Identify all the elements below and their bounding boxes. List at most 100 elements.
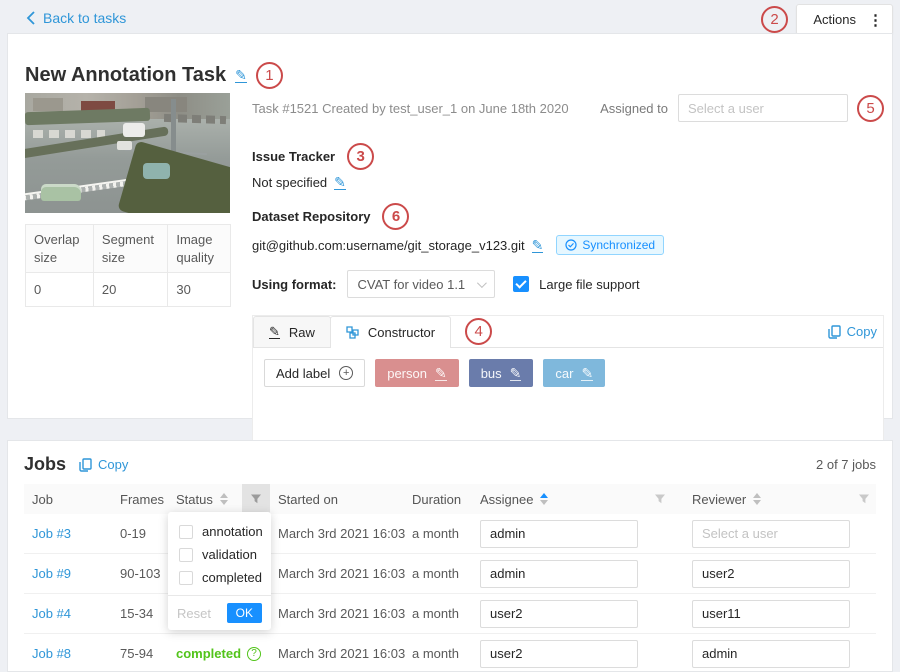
reviewer-sorter[interactable] <box>753 493 761 505</box>
filter-option-validation[interactable]: validation <box>168 543 271 566</box>
filter-option-annotation[interactable]: annotation <box>168 520 271 543</box>
table-row: Overlap size Segment size Image quality <box>26 225 231 273</box>
actions-button[interactable]: Actions ⋮ <box>796 4 893 35</box>
reviewer-input[interactable] <box>692 640 850 668</box>
add-label-button[interactable]: Add label + <box>264 359 365 387</box>
back-to-tasks-link[interactable]: Back to tasks <box>26 10 126 26</box>
checkbox-annotation[interactable] <box>179 525 193 539</box>
labels-copy-label: Copy <box>847 324 877 339</box>
label-chip-person[interactable]: person ✎ <box>375 359 458 387</box>
table-row: Job #4 15-34 March 3rd 2021 16:03 a mont… <box>24 594 876 634</box>
assignee-input[interactable] <box>480 520 638 548</box>
task-title: New Annotation Task <box>25 64 226 87</box>
question-circle-icon[interactable]: ? <box>247 647 261 661</box>
build-blocks-icon <box>346 326 359 339</box>
table-row: Job #3 0-19 March 3rd 2021 16:03 a month <box>24 514 876 554</box>
label-chip-bus[interactable]: bus ✎ <box>469 359 534 387</box>
reviewer-filter-button[interactable] <box>852 484 876 514</box>
col-duration: Duration <box>412 492 461 507</box>
preview-building-gray <box>33 98 63 111</box>
task-meta: Task #1521 Created by test_user_1 on Jun… <box>252 101 600 116</box>
repository-url: git@github.com:username/git_storage_v123… <box>252 238 525 253</box>
edit-issue-tracker-icon[interactable]: ✎ <box>334 175 346 190</box>
filter-ok-button[interactable]: OK <box>227 603 262 623</box>
filter-funnel-icon <box>654 493 666 505</box>
filter-option-completed[interactable]: completed <box>168 566 271 589</box>
status-filter-dropdown: annotation validation completed Reset OK <box>168 512 271 630</box>
status-filter-button[interactable] <box>242 484 270 514</box>
tab-constructor[interactable]: Constructor <box>330 316 451 347</box>
sync-status-badge: Synchronized <box>556 235 664 255</box>
assigned-to-label: Assigned to <box>600 101 668 116</box>
duration-value: a month <box>404 566 472 581</box>
jobs-card: Jobs Copy 2 of 7 jobs Job Frames Status … <box>7 440 893 672</box>
frames-value: 90-103 <box>112 566 168 581</box>
preview-hedge <box>117 141 230 213</box>
duration-value: a month <box>404 526 472 541</box>
table-row: 0 20 30 <box>26 273 231 307</box>
edit-repository-icon[interactable]: ✎ <box>532 238 544 253</box>
tab-constructor-label: Constructor <box>368 325 435 340</box>
reviewer-input[interactable] <box>692 520 850 548</box>
large-file-support-checkbox[interactable] <box>513 276 529 292</box>
edit-title-icon[interactable]: ✎ <box>235 68 247 83</box>
status-sorter[interactable] <box>220 493 228 505</box>
reviewer-input[interactable] <box>692 560 850 588</box>
jobs-copy-link[interactable]: Copy <box>79 457 128 472</box>
edit-label-icon[interactable]: ✎ <box>435 366 447 381</box>
filter-reset-button[interactable]: Reset <box>177 606 211 621</box>
preview-car-white <box>117 141 132 150</box>
jobs-title: Jobs <box>24 454 66 475</box>
filter-funnel-icon <box>858 493 870 505</box>
jobs-table-header: Job Frames Status Started on Duration As… <box>24 484 876 514</box>
col-started-on: Started on <box>278 492 338 507</box>
col-reviewer: Reviewer <box>692 492 746 507</box>
label-person-name: person <box>387 366 427 381</box>
frames-value: 15-34 <box>112 606 168 621</box>
annotation-circle-4: 4 <box>465 318 492 345</box>
labels-copy-link[interactable]: Copy <box>828 316 883 347</box>
assignee-sorter[interactable] <box>540 493 548 505</box>
checkbox-validation[interactable] <box>179 548 193 562</box>
actions-label: Actions <box>813 12 856 27</box>
frames-value: 75-94 <box>112 646 168 661</box>
labels-editor: ✎ Raw Constructor 4 Copy <box>252 315 884 453</box>
assignee-select-input[interactable] <box>678 94 848 122</box>
assignee-filter-button[interactable] <box>636 484 684 514</box>
issue-tracker-label: Issue Tracker <box>252 149 335 164</box>
checkbox-completed[interactable] <box>179 571 193 585</box>
filter-option-completed-label: completed <box>202 570 262 585</box>
assignee-input[interactable] <box>480 600 638 628</box>
dataset-repository-label: Dataset Repository <box>252 209 370 224</box>
edit-label-icon[interactable]: ✎ <box>510 366 522 381</box>
assignee-input[interactable] <box>480 640 638 668</box>
labels-tab-bar: ✎ Raw Constructor 4 Copy <box>253 316 883 348</box>
job-link[interactable]: Job #8 <box>32 646 71 661</box>
task-details-card: New Annotation Task ✎ 1 Overlap size Seg… <box>7 33 893 419</box>
more-vertical-icon: ⋮ <box>868 11 882 29</box>
job-link[interactable]: Job #9 <box>32 566 71 581</box>
copy-icon <box>79 458 92 472</box>
annotation-circle-3: 3 <box>347 143 374 170</box>
job-link[interactable]: Job #3 <box>32 526 71 541</box>
edit-label-icon[interactable]: ✎ <box>581 366 593 381</box>
col-status: Status <box>176 492 213 507</box>
frames-value: 0-19 <box>112 526 168 541</box>
label-chip-car[interactable]: car ✎ <box>543 359 605 387</box>
table-row: Job #9 90-103 March 3rd 2021 16:03 a mon… <box>24 554 876 594</box>
param-header-quality: Image quality <box>168 225 231 273</box>
job-link[interactable]: Job #4 <box>32 606 71 621</box>
back-to-tasks-label: Back to tasks <box>43 10 126 26</box>
filter-option-annotation-label: annotation <box>202 524 263 539</box>
preview-car-green <box>41 184 81 201</box>
preview-van-white <box>123 123 145 137</box>
large-file-support-label: Large file support <box>539 277 639 292</box>
task-parameters-table: Overlap size Segment size Image quality … <box>25 224 231 307</box>
tab-raw[interactable]: ✎ Raw <box>253 316 331 347</box>
started-on-value: March 3rd 2021 16:03 <box>270 566 404 581</box>
label-car-name: car <box>555 366 573 381</box>
assignee-input[interactable] <box>480 560 638 588</box>
reviewer-input[interactable] <box>692 600 850 628</box>
export-format-select[interactable]: CVAT for video 1.1 <box>347 270 496 298</box>
chevron-left-icon <box>26 11 35 25</box>
